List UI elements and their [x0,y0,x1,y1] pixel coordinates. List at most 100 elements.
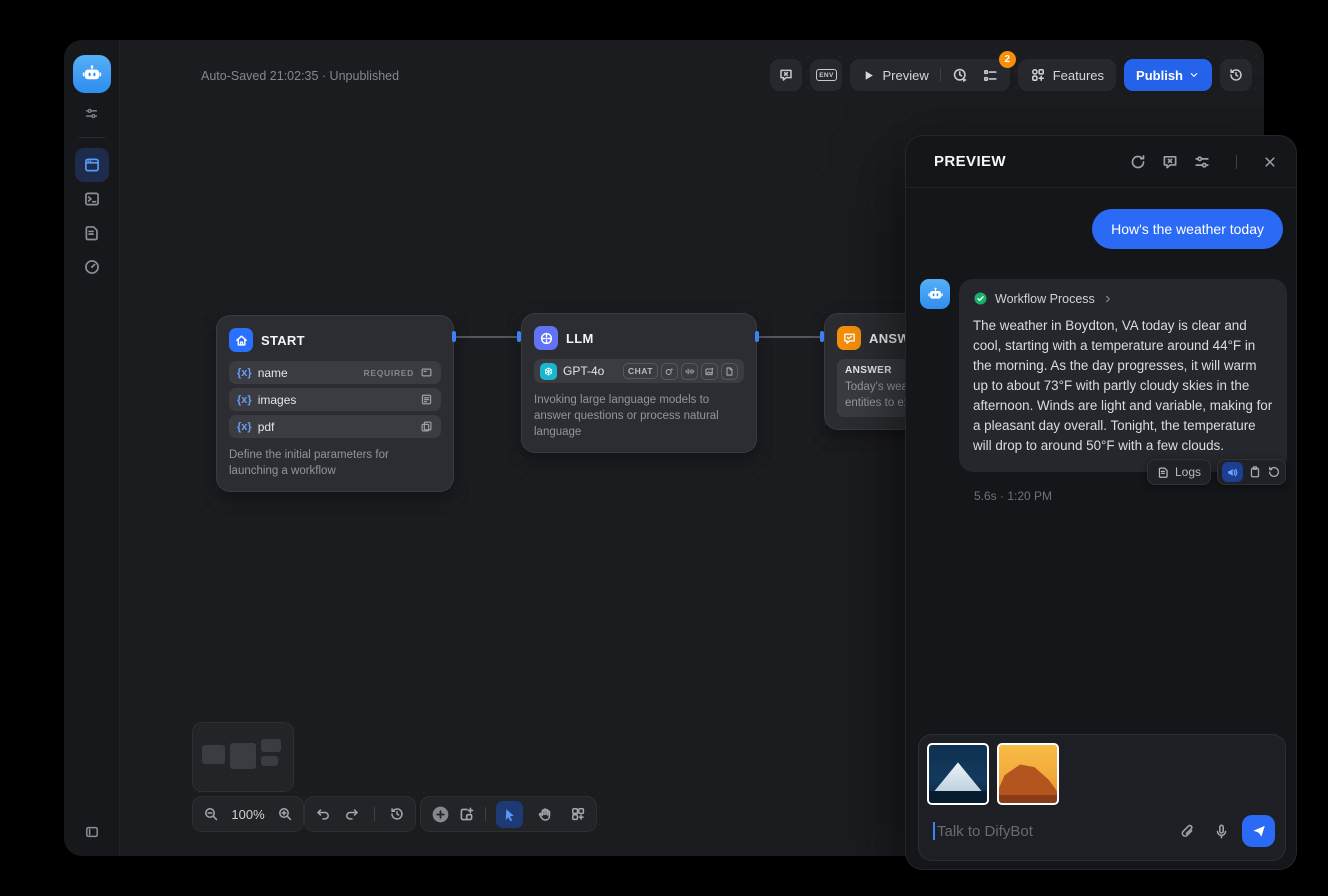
restart-conversation-icon[interactable] [1129,153,1147,171]
app-settings-icon[interactable] [84,106,99,121]
image-generation-icon [701,363,718,380]
preview-run-label[interactable]: Preview [882,68,928,83]
paperclip-icon[interactable] [1179,823,1196,840]
logs-icon [1157,466,1170,479]
app-logo[interactable] [73,55,111,93]
zoom-level[interactable]: 100% [229,807,267,822]
files-icon [420,420,433,433]
vision-icon [661,363,678,380]
features-icon [1030,67,1046,83]
port-llm-out[interactable] [755,331,759,342]
workflow-process-toggle[interactable]: Workflow Process [973,291,1273,306]
checklist-icon[interactable] [982,67,999,84]
env-variables-button[interactable]: ENV [810,59,842,91]
regenerate-icon[interactable] [1267,465,1281,479]
features-button[interactable]: Features [1018,59,1116,91]
env-icon: ENV [816,69,838,81]
redo-icon[interactable] [344,806,360,822]
undo-icon[interactable] [315,806,331,822]
version-history-button[interactable] [1220,59,1252,91]
image-attachment-dune[interactable] [997,743,1059,805]
play-icon[interactable] [861,68,876,83]
checklist-badge: 2 [999,51,1016,68]
home-icon [229,328,253,352]
copy-icon[interactable] [1248,465,1262,479]
speaker-icon[interactable] [1222,462,1243,482]
run-history-icon[interactable] [952,67,969,84]
chat-input-row [933,815,1275,847]
llm-model-row[interactable]: GPT-4o CHAT [534,359,744,383]
zoom-out-icon[interactable] [203,806,219,822]
sidebar-item-monitoring[interactable] [75,250,109,284]
autosave-status: Auto-Saved 21:02:35 · Unpublished [201,69,399,83]
chat-area: How's the weather today Workflow Process… [906,188,1296,869]
topbar-actions: ENV Preview 2 Features Publish [770,59,1252,91]
preview-header: PREVIEW [906,136,1296,188]
edge-start-llm [456,336,519,338]
minimap[interactable] [192,722,294,792]
model-mode-badge: CHAT [623,363,658,379]
image-attachment-fuji[interactable] [927,743,989,805]
start-field-pdf[interactable]: {x} pdf [229,415,441,438]
port-start-out[interactable] [452,331,456,342]
zoom-in-icon[interactable] [277,806,293,822]
pointer-tool[interactable] [496,801,523,828]
conversation-settings-icon[interactable] [1193,153,1211,171]
preview-run-group: Preview 2 [850,59,1009,91]
attachments [927,743,1059,805]
node-start-description: Define the initial parameters for launch… [229,447,441,479]
port-llm-in[interactable] [517,331,521,342]
bot-message-row: Workflow Process The weather in Boydton,… [920,279,1287,503]
organize-nodes-icon[interactable] [570,806,586,822]
send-button[interactable] [1242,815,1275,847]
chat-input-card [918,734,1286,861]
debug-chat-button[interactable] [770,59,802,91]
chevron-right-icon [1102,293,1114,305]
workflow-process-label: Workflow Process [995,292,1095,306]
publish-button[interactable]: Publish [1124,59,1212,91]
chat-close-icon[interactable] [1161,153,1179,171]
node-start[interactable]: START {x} name REQUIRED {x} images {x} p… [216,315,454,492]
logs-button[interactable]: Logs [1147,459,1211,485]
add-node-icon[interactable] [431,805,450,824]
publish-label: Publish [1136,68,1183,83]
history-controls [304,796,416,832]
chat-close-icon [778,67,794,83]
sidebar-item-orchestrate[interactable] [75,148,109,182]
node-llm-title: LLM [566,331,594,346]
message-meta: 5.6s · 1:20 PM [974,489,1287,503]
sidebar-item-api[interactable] [75,182,109,216]
add-note-icon[interactable] [458,806,475,823]
start-field-images[interactable]: {x} images [229,388,441,411]
close-icon[interactable] [1262,154,1278,170]
sidebar [64,40,120,856]
edge-llm-answer [759,336,822,338]
paragraph-icon [420,393,433,406]
preview-panel: PREVIEW How's the weather today Workflow… [905,135,1297,870]
canvas-tools [420,796,597,832]
user-message: How's the weather today [1092,209,1283,249]
message-actions: Logs [959,459,1287,485]
required-tag: REQUIRED [364,368,414,378]
logs-label: Logs [1175,465,1201,479]
model-name: GPT-4o [563,364,604,378]
node-llm[interactable]: LLM GPT-4o CHAT Invoking large language … [521,313,757,453]
microphone-icon[interactable] [1213,823,1230,840]
text-caret [933,822,935,840]
bot-message-card: Workflow Process The weather in Boydton,… [959,279,1287,472]
bot-avatar [920,279,950,309]
chat-input[interactable] [937,823,1173,840]
start-field-name[interactable]: {x} name REQUIRED [229,361,441,384]
sidebar-item-logs[interactable] [75,216,109,250]
features-label: Features [1053,68,1104,83]
version-history-icon [1228,67,1244,83]
collapse-sidebar-icon[interactable] [84,824,100,840]
port-answer-in[interactable] [820,331,824,342]
answer-icon [837,326,861,350]
chevron-down-icon [1188,69,1200,81]
change-history-icon[interactable] [389,806,405,822]
node-start-title: START [261,333,305,348]
text-input-icon [420,366,433,379]
hand-tool[interactable] [531,801,558,828]
zoom-controls: 100% [192,796,304,832]
